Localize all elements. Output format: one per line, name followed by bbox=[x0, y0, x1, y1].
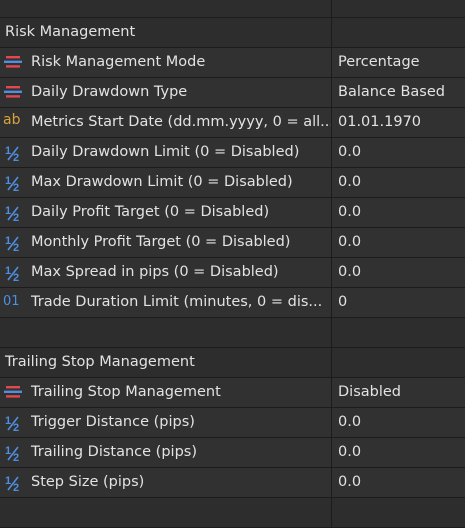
double-icon: 12 bbox=[4, 474, 22, 492]
parameter-name-cell: Daily Drawdown Type bbox=[0, 78, 332, 107]
parameter-name-cell: 1 2 Trigger Distance (pips) bbox=[0, 408, 332, 437]
section-header: Trailing Stop Management bbox=[0, 348, 465, 378]
double-icon: 12 bbox=[4, 174, 22, 192]
enum-icon bbox=[4, 384, 22, 401]
parameter-row[interactable]: Daily Drawdown Type Balance Based bbox=[0, 78, 465, 108]
svg-text:1: 1 bbox=[5, 205, 11, 217]
double-icon: 12 bbox=[4, 264, 22, 282]
parameter-value[interactable]: 0.0 bbox=[338, 198, 361, 227]
svg-text:2: 2 bbox=[13, 212, 19, 222]
svg-text:2: 2 bbox=[13, 242, 19, 252]
blank-row bbox=[0, 498, 465, 528]
parameter-label: Daily Profit Target (0 = Disabled) bbox=[31, 204, 270, 220]
parameter-name-cell: 1 2 Max Drawdown Limit (0 = Disabled) bbox=[0, 168, 332, 197]
svg-text:1: 1 bbox=[5, 235, 11, 247]
parameter-label: Risk Management Mode bbox=[31, 54, 206, 70]
svg-text:2: 2 bbox=[13, 422, 19, 432]
parameter-row[interactable]: 1 2 Max Drawdown Limit (0 = Disabled) 0.0 bbox=[0, 168, 465, 198]
integer-icon: 01 bbox=[3, 294, 20, 309]
parameter-row[interactable]: 1 2 Trailing Distance (pips) 0.0 bbox=[0, 438, 465, 468]
blank-row bbox=[0, 318, 465, 348]
parameter-label: Trailing Stop Management bbox=[31, 384, 221, 400]
parameter-value[interactable]: 01.01.1970 bbox=[338, 108, 421, 137]
parameter-row[interactable]: 01 Trade Duration Limit (minutes, 0 = dis… bbox=[0, 288, 465, 318]
parameter-name-cell: 1 2 Trailing Distance (pips) bbox=[0, 438, 332, 467]
parameter-value[interactable]: 0.0 bbox=[338, 468, 361, 497]
svg-text:1: 1 bbox=[5, 265, 11, 277]
svg-text:1: 1 bbox=[5, 175, 11, 187]
svg-text:2: 2 bbox=[13, 452, 19, 462]
parameter-row[interactable]: Risk Management Mode Percentage bbox=[0, 48, 465, 78]
double-icon: 12 bbox=[4, 234, 22, 252]
parameter-name-cell: 1 2 Daily Drawdown Limit (0 = Disabled) bbox=[0, 138, 332, 167]
parameter-label: Monthly Profit Target (0 = Disabled) bbox=[31, 234, 291, 250]
parameter-label: Trade Duration Limit (minutes, 0 = dis..… bbox=[31, 294, 323, 310]
parameter-row[interactable]: 1 2 Trigger Distance (pips) 0.0 bbox=[0, 408, 465, 438]
parameter-name-cell: ab Metrics Start Date (dd.mm.yyyy, 0 = al… bbox=[0, 108, 332, 137]
parameter-row[interactable]: 1 2 Step Size (pips) 0.0 bbox=[0, 468, 465, 498]
parameter-name-cell: 1 2 Step Size (pips) bbox=[0, 468, 332, 497]
parameter-value[interactable]: 0.0 bbox=[338, 408, 361, 437]
double-icon: 12 bbox=[4, 414, 22, 432]
double-icon: 12 bbox=[4, 204, 22, 222]
parameter-label: Daily Drawdown Limit (0 = Disabled) bbox=[31, 144, 300, 160]
parameter-name-cell: 1 2 Monthly Profit Target (0 = Disabled) bbox=[0, 228, 332, 257]
parameter-row[interactable]: 1 2 Daily Profit Target (0 = Disabled) 0.0 bbox=[0, 198, 465, 228]
svg-text:1: 1 bbox=[5, 145, 11, 157]
svg-text:2: 2 bbox=[13, 482, 19, 492]
parameter-value[interactable]: 0.0 bbox=[338, 228, 361, 257]
section-title-cell: Trailing Stop Management bbox=[0, 348, 332, 377]
parameter-row[interactable]: Trailing Stop Management Disabled bbox=[0, 378, 465, 408]
blank-cell bbox=[0, 498, 332, 527]
string-icon: ab bbox=[3, 112, 21, 128]
parameter-label: Metrics Start Date (dd.mm.yyyy, 0 = all.… bbox=[31, 114, 332, 130]
parameter-row[interactable]: 1 2 Monthly Profit Target (0 = Disabled) 0.… bbox=[0, 228, 465, 258]
table-top-strip bbox=[0, 0, 465, 18]
parameter-name-cell: Trailing Stop Management bbox=[0, 378, 332, 407]
section-title: Risk Management bbox=[5, 24, 136, 40]
parameter-name-cell: 1 2 Max Spread in pips (0 = Disabled) bbox=[0, 258, 332, 287]
parameter-value[interactable]: 0.0 bbox=[338, 438, 361, 467]
blank-cell bbox=[0, 318, 332, 347]
parameter-value[interactable]: 0.0 bbox=[338, 168, 361, 197]
parameter-value[interactable]: 0.0 bbox=[338, 138, 361, 167]
parameter-row[interactable]: ab Metrics Start Date (dd.mm.yyyy, 0 = al… bbox=[0, 108, 465, 138]
svg-text:1: 1 bbox=[5, 445, 11, 457]
double-icon: 12 bbox=[4, 444, 22, 462]
parameter-value[interactable]: 0.0 bbox=[338, 258, 361, 287]
parameter-label: Trigger Distance (pips) bbox=[31, 414, 195, 430]
parameter-value[interactable]: Balance Based bbox=[338, 78, 445, 107]
svg-text:1: 1 bbox=[5, 475, 11, 487]
double-icon: 12 bbox=[4, 144, 22, 162]
parameter-label: Max Spread in pips (0 = Disabled) bbox=[31, 264, 279, 280]
top-strip-name-cell bbox=[0, 0, 332, 17]
section-title-cell: Risk Management bbox=[0, 18, 332, 47]
svg-text:2: 2 bbox=[13, 182, 19, 192]
inputs-table: Risk Management Risk Management Mode Perce… bbox=[0, 0, 465, 528]
parameter-value[interactable]: Disabled bbox=[338, 378, 401, 407]
enum-icon bbox=[4, 54, 22, 71]
svg-text:2: 2 bbox=[13, 152, 19, 162]
parameter-name-cell: Risk Management Mode bbox=[0, 48, 332, 77]
section-header: Risk Management bbox=[0, 18, 465, 48]
section-title: Trailing Stop Management bbox=[5, 354, 195, 370]
parameter-row[interactable]: 1 2 Max Spread in pips (0 = Disabled) 0.0 bbox=[0, 258, 465, 288]
parameter-label: Max Drawdown Limit (0 = Disabled) bbox=[31, 174, 293, 190]
svg-text:1: 1 bbox=[5, 415, 11, 427]
parameter-label: Daily Drawdown Type bbox=[31, 84, 188, 100]
parameter-row[interactable]: 1 2 Daily Drawdown Limit (0 = Disabled) 0.0 bbox=[0, 138, 465, 168]
parameter-label: Step Size (pips) bbox=[31, 474, 145, 490]
parameter-name-cell: 01 Trade Duration Limit (minutes, 0 = dis… bbox=[0, 288, 332, 317]
parameter-label: Trailing Distance (pips) bbox=[31, 444, 197, 460]
enum-icon bbox=[4, 84, 22, 101]
parameter-value[interactable]: Percentage bbox=[338, 48, 420, 77]
parameter-name-cell: 1 2 Daily Profit Target (0 = Disabled) bbox=[0, 198, 332, 227]
parameter-value[interactable]: 0 bbox=[338, 288, 347, 317]
svg-text:2: 2 bbox=[13, 272, 19, 282]
